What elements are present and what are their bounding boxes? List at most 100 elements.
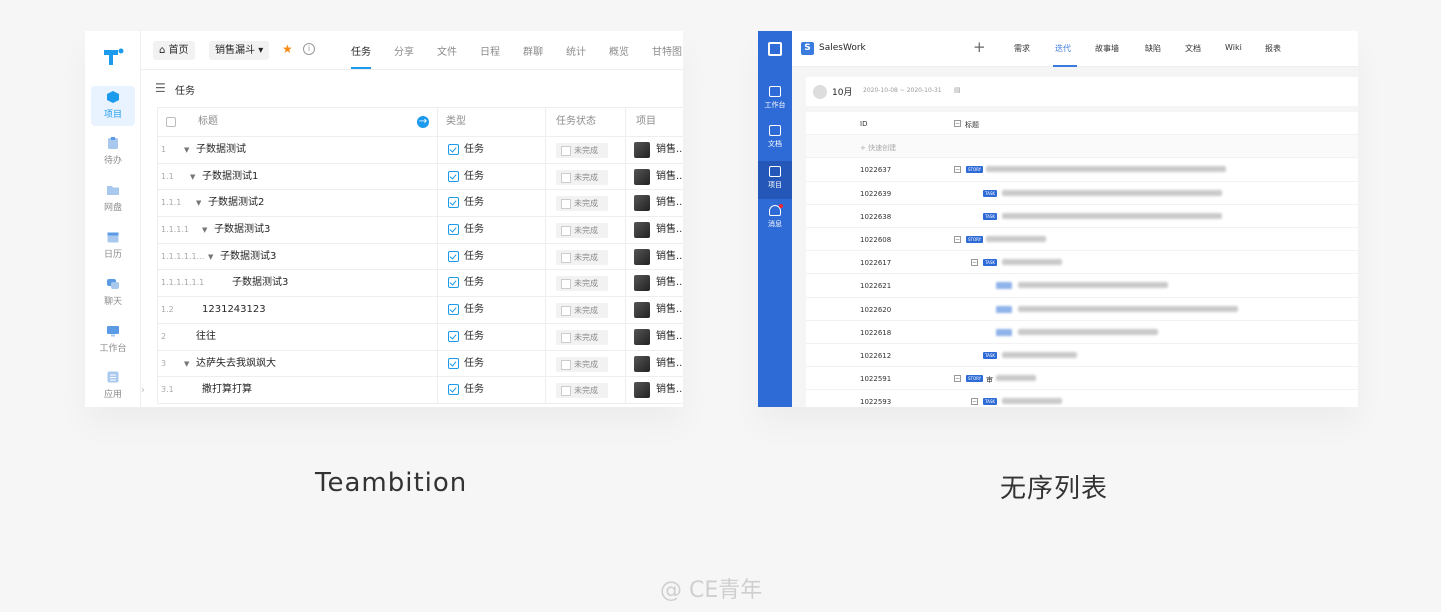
- status-badge[interactable]: 未完成: [556, 356, 608, 372]
- sidebar-collapse-handle[interactable]: ›: [141, 381, 149, 401]
- work-item-id[interactable]: 1022593: [860, 398, 891, 406]
- tab-group-chat[interactable]: 群聊: [523, 43, 543, 58]
- project-name[interactable]: 销售...: [656, 377, 683, 403]
- sidebar-item-drive[interactable]: 网盘: [91, 179, 135, 219]
- caret-down-icon[interactable]: ▼: [202, 217, 207, 243]
- project-name[interactable]: 销售...: [656, 324, 683, 350]
- caret-down-icon[interactable]: ▼: [196, 190, 201, 216]
- project-name[interactable]: 销售...: [656, 297, 683, 323]
- work-item-title[interactable]: 审: [986, 375, 993, 385]
- tab-stats[interactable]: 统计: [566, 43, 586, 58]
- task-title[interactable]: 撒打算打算: [202, 377, 252, 403]
- task-title[interactable]: 子数据测试3: [214, 217, 270, 243]
- menu-icon[interactable]: ☰: [155, 82, 166, 94]
- table-row[interactable]: 1.2 1231243123 任务 未完成 销售...: [158, 297, 683, 324]
- work-item-id[interactable]: 1022639: [860, 190, 891, 198]
- status-badge[interactable]: 未完成: [556, 223, 608, 239]
- task-title[interactable]: 往往: [196, 324, 216, 350]
- home-button[interactable]: ⌂ 首页: [153, 41, 195, 60]
- table-row[interactable]: 3.1 撒打算打算 任务 未完成 销售...: [158, 377, 683, 404]
- project-name[interactable]: 销售...: [656, 137, 683, 163]
- select-all-checkbox[interactable]: [166, 117, 176, 127]
- work-item-id[interactable]: 1022618: [860, 329, 891, 337]
- work-item-id[interactable]: 1022621: [860, 282, 891, 290]
- tab-requirements[interactable]: 需求: [1014, 43, 1030, 54]
- project-name[interactable]: 销售...: [656, 270, 683, 296]
- sidebar-item-apps[interactable]: 应用: [91, 366, 135, 406]
- task-title[interactable]: 子数据测试: [196, 137, 246, 163]
- caret-down-icon[interactable]: ▼: [208, 244, 213, 270]
- work-item-id[interactable]: 1022591: [860, 375, 891, 383]
- tab-docs[interactable]: 文档: [1185, 43, 1201, 54]
- tab-overview[interactable]: 概览: [609, 43, 629, 58]
- table-row[interactable]: 2 往往 任务 未完成 销售...: [158, 323, 683, 351]
- work-item-id[interactable]: 1022608: [860, 236, 891, 244]
- star-icon[interactable]: ★: [282, 42, 293, 56]
- sidebar-item-project[interactable]: 项目: [91, 86, 135, 126]
- tab-gantt[interactable]: 甘特图: [652, 43, 682, 58]
- tab-tasks[interactable]: 任务: [351, 43, 371, 58]
- tab-reports[interactable]: 报表: [1265, 43, 1281, 54]
- task-title[interactable]: 子数据测试3: [232, 270, 288, 296]
- task-title[interactable]: 子数据测试3: [220, 244, 276, 270]
- collapse-icon[interactable]: −: [971, 398, 978, 406]
- table-row[interactable]: 1.1.1 ▼ 子数据测试2 任务 未完成 销售...: [158, 190, 683, 218]
- table-row[interactable]: 1.1.1.1.1.1 子数据测试3 任务 未完成 销售...: [158, 270, 683, 298]
- back-icon[interactable]: [813, 85, 827, 99]
- caret-down-icon[interactable]: ▼: [184, 137, 189, 163]
- table-row[interactable]: 3 ▼ 达萨失去我飒飒大 任务 未完成 销售...: [158, 350, 683, 378]
- status-badge[interactable]: 未完成: [556, 143, 608, 158]
- work-item-id[interactable]: 1022620: [860, 306, 891, 314]
- tab-iterations[interactable]: 迭代: [1055, 43, 1071, 54]
- app-name[interactable]: SalesWork: [819, 43, 866, 53]
- info-icon[interactable]: i: [303, 43, 315, 55]
- task-title[interactable]: 1231243123: [202, 297, 266, 323]
- sidebar-item-project[interactable]: 项目: [758, 161, 792, 199]
- sidebar-item-calendar[interactable]: 日历: [91, 226, 135, 266]
- calendar-icon[interactable]: ▤: [954, 86, 961, 94]
- table-row[interactable]: 1022612 TASK: [806, 344, 1358, 368]
- table-row[interactable]: 1022593 − TASK: [806, 390, 1358, 407]
- task-title[interactable]: 子数据测试1: [202, 164, 258, 190]
- table-row[interactable]: 1022618: [806, 321, 1358, 344]
- collapse-icon[interactable]: −: [954, 166, 961, 174]
- task-title[interactable]: 子数据测试2: [208, 190, 264, 216]
- add-column-button[interactable]: →: [417, 116, 429, 128]
- sidebar-item-todo[interactable]: 待办: [91, 132, 135, 172]
- project-name[interactable]: 销售...: [656, 217, 683, 243]
- collapse-icon[interactable]: −: [954, 375, 961, 383]
- sidebar-item-messages[interactable]: 消息: [758, 200, 792, 238]
- table-row[interactable]: 1022620: [806, 298, 1358, 321]
- table-row[interactable]: 1022621: [806, 274, 1358, 298]
- task-title[interactable]: 达萨失去我飒飒大: [196, 351, 276, 377]
- table-row[interactable]: 1022591 − STORY 审: [806, 367, 1358, 391]
- work-item-id[interactable]: 1022637: [860, 166, 891, 174]
- quick-create-link[interactable]: + 快速创建: [860, 143, 896, 153]
- status-badge[interactable]: 未完成: [556, 383, 608, 399]
- plus-icon[interactable]: +: [973, 38, 986, 56]
- status-badge[interactable]: 未完成: [556, 249, 608, 265]
- table-row[interactable]: 1022638 TASK: [806, 205, 1358, 228]
- status-badge[interactable]: 未完成: [556, 276, 608, 292]
- project-name[interactable]: 销售...: [656, 244, 683, 270]
- collapse-all-icon[interactable]: −: [954, 120, 961, 127]
- sidebar-item-docs[interactable]: 文档: [758, 120, 792, 158]
- table-row[interactable]: 1022617 − TASK: [806, 251, 1358, 275]
- tab-share[interactable]: 分享: [394, 43, 414, 58]
- status-badge[interactable]: 未完成: [556, 196, 608, 212]
- sidebar-item-workbench[interactable]: 工作台: [91, 320, 135, 360]
- project-name[interactable]: 销售...: [656, 351, 683, 377]
- tab-schedule[interactable]: 日程: [480, 43, 500, 58]
- tab-files[interactable]: 文件: [437, 43, 457, 58]
- table-row[interactable]: 1022637 − STORY: [806, 158, 1358, 182]
- project-switcher[interactable]: 销售漏斗 ▾: [209, 41, 270, 60]
- table-row[interactable]: 1022608 − STORY: [806, 228, 1358, 252]
- caret-down-icon[interactable]: ▼: [190, 164, 195, 190]
- tab-wiki[interactable]: Wiki: [1225, 43, 1242, 52]
- status-badge[interactable]: 未完成: [556, 329, 608, 345]
- caret-down-icon[interactable]: ▼: [184, 351, 189, 377]
- work-item-id[interactable]: 1022612: [860, 352, 891, 360]
- status-badge[interactable]: 未完成: [556, 169, 608, 185]
- status-badge[interactable]: 未完成: [556, 303, 608, 319]
- collapse-icon[interactable]: −: [954, 235, 961, 243]
